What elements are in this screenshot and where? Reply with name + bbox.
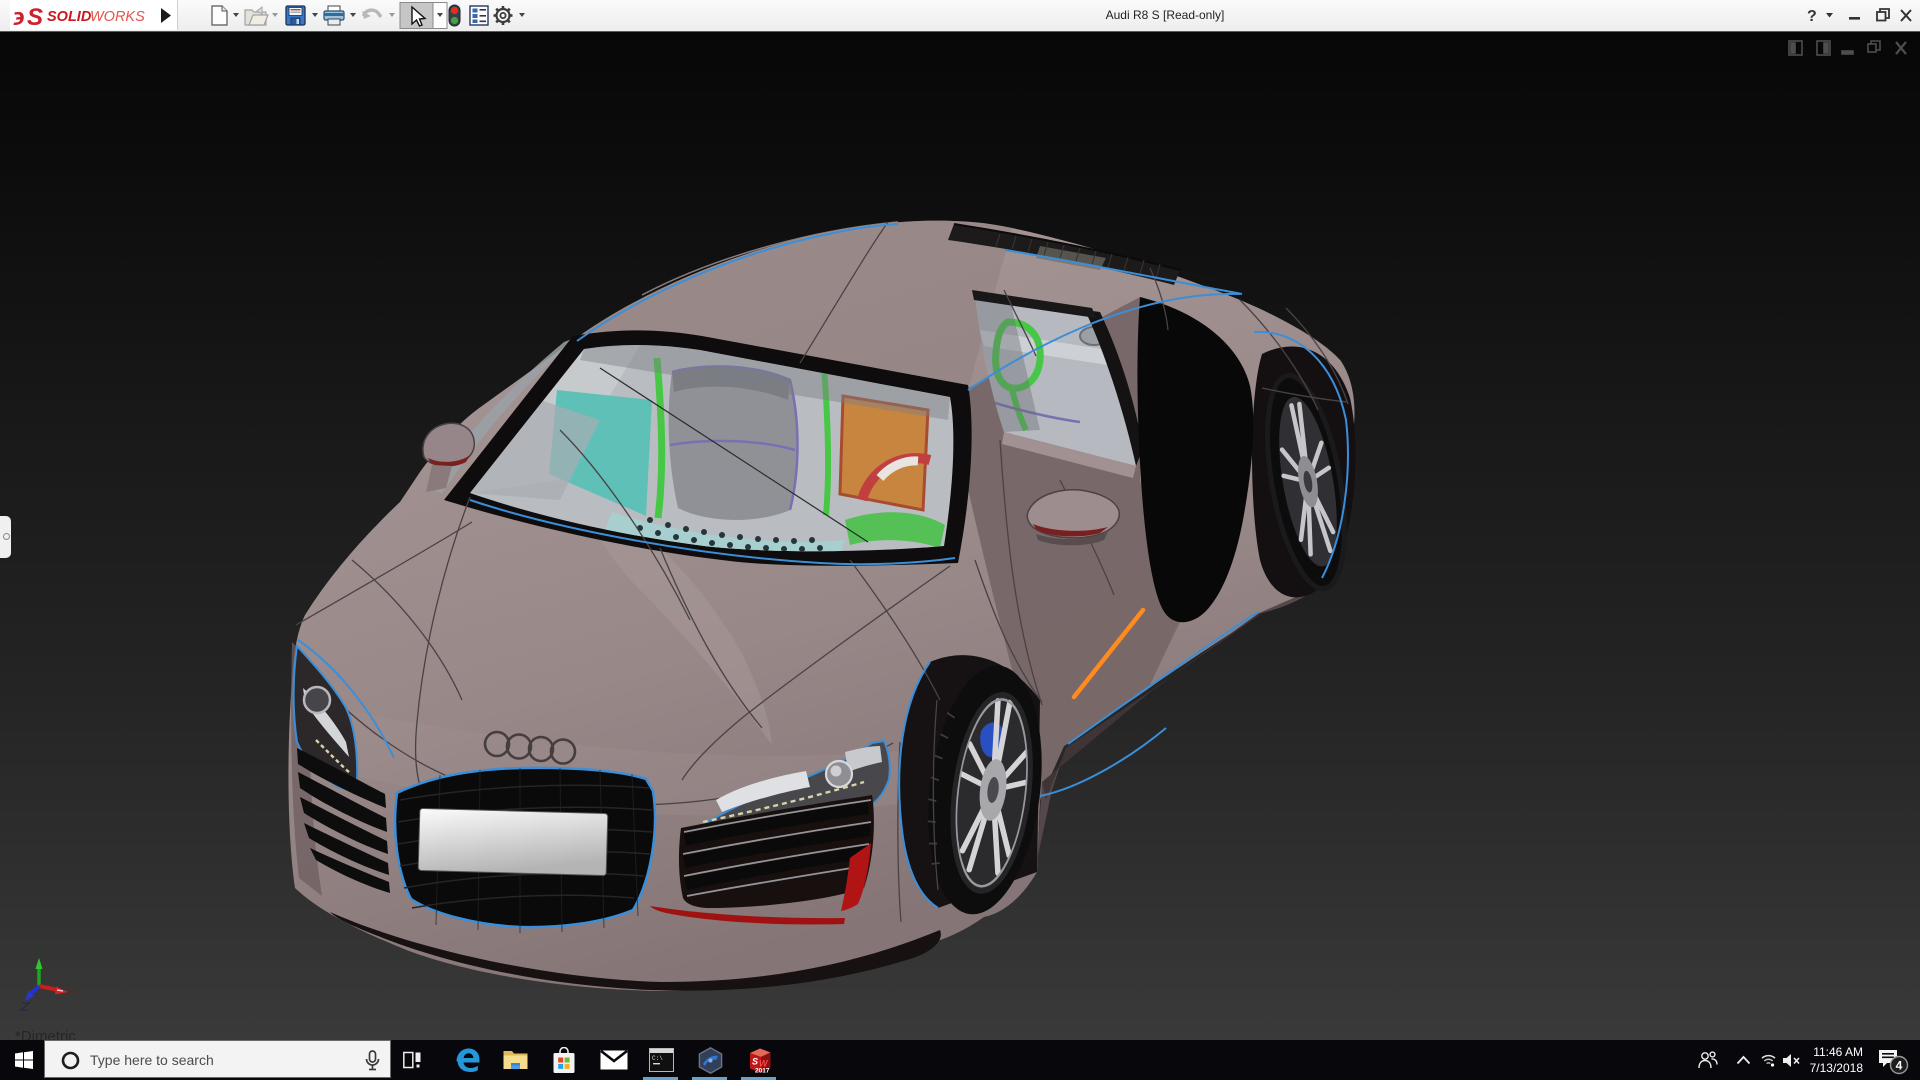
svg-text:S: S: [27, 4, 43, 31]
svg-text:S: S: [752, 1057, 758, 1067]
svg-text:2017: 2017: [755, 1068, 770, 1075]
svg-text:϶: ϶: [11, 3, 26, 31]
svg-text:4: 4: [1896, 1059, 1903, 1073]
svg-text:?: ?: [1807, 8, 1817, 25]
svg-text:WORKS: WORKS: [90, 9, 145, 25]
svg-text:SOLID: SOLID: [47, 9, 92, 25]
svg-text:C:\: C:\: [652, 1055, 663, 1062]
